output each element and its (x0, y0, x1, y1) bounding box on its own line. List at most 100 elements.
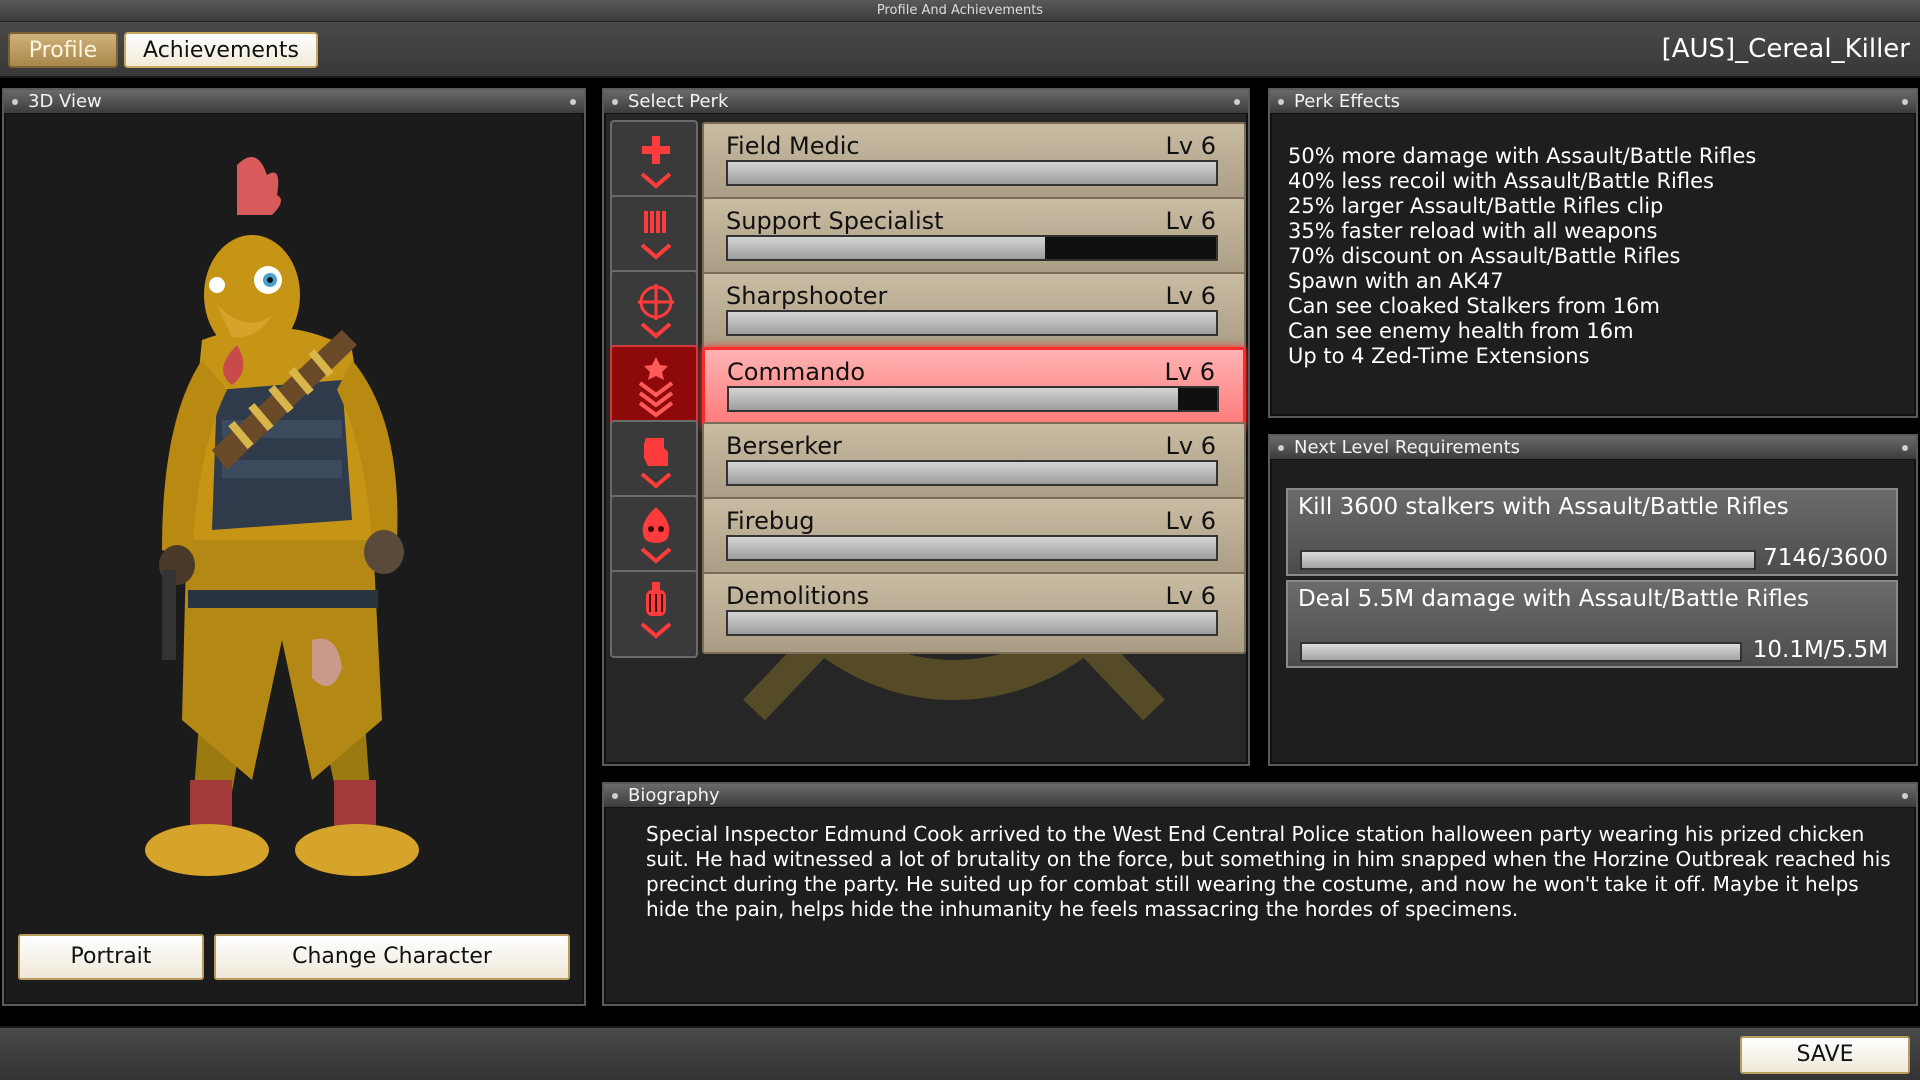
crosshair-icon (638, 284, 674, 339)
panel-next-level-title: Next Level Requirements (1294, 437, 1521, 458)
panel-grip-icon (1902, 445, 1908, 451)
perk-card-berserker[interactable]: Berserker Lv 6 (702, 422, 1246, 504)
perk-level: Lv 6 (1164, 358, 1215, 386)
perk-progress-fill (729, 388, 1178, 410)
perk-level: Lv 6 (1165, 282, 1216, 310)
perk-name: Demolitions (726, 582, 870, 610)
perk-name: Berserker (726, 432, 842, 460)
perk-progress-bar (726, 310, 1218, 336)
requirement-text: Deal 5.5M damage with Assault/Battle Rif… (1298, 586, 1810, 612)
perk-card-demolitions[interactable]: Demolitions Lv 6 (702, 572, 1246, 654)
perk-card-firebug[interactable]: Firebug Lv 6 (702, 497, 1246, 579)
panel-3d-view-title: 3D View (28, 91, 102, 112)
flame-skull-icon (640, 507, 672, 564)
portrait-button[interactable]: Portrait (18, 934, 204, 980)
grenade-icon (640, 582, 672, 639)
panel-perk-effects-header: Perk Effects (1270, 90, 1916, 114)
perk-row[interactable]: Demolitions Lv 6 (610, 570, 1246, 658)
perk-card-field-medic[interactable]: Field Medic Lv 6 (702, 122, 1246, 204)
perk-progress-fill (728, 462, 1216, 484)
panel-next-level-header: Next Level Requirements (1270, 436, 1916, 460)
biography-text: Special Inspector Edmund Cook arrived to… (646, 822, 1891, 921)
panel-grip-icon (1278, 445, 1284, 451)
tab-achievements[interactable]: Achievements (124, 32, 318, 68)
perk-name: Firebug (726, 507, 815, 535)
footer-bar: SAVE (0, 1026, 1920, 1080)
perk-effect-line: 40% less recoil with Assault/Battle Rifl… (1288, 169, 1714, 193)
perk-name: Field Medic (726, 132, 860, 160)
perk-effect-line: 70% discount on Assault/Battle Rifles (1288, 244, 1681, 268)
perk-progress-bar (726, 160, 1218, 186)
tab-profile[interactable]: Profile (8, 32, 118, 68)
requirement-progress-bar (1300, 642, 1742, 662)
panel-perk-effects-title: Perk Effects (1294, 91, 1401, 112)
perk-effect-line: 25% larger Assault/Battle Rifles clip (1288, 194, 1664, 218)
medic-cross-icon (640, 136, 672, 189)
perk-effect-line: Spawn with an AK47 (1288, 269, 1504, 293)
perk-progress-fill (728, 312, 1216, 334)
header-bar: Profile Achievements [AUS]_Cereal_Killer (0, 22, 1920, 78)
perk-card-support-specialist[interactable]: Support Specialist Lv 6 (702, 197, 1246, 279)
perk-progress-fill (728, 237, 1046, 259)
perk-effect-line: Up to 4 Zed-Time Extensions (1288, 344, 1590, 368)
save-button[interactable]: SAVE (1740, 1036, 1910, 1074)
perk-progress-fill (728, 537, 1216, 559)
grenade-icon[interactable] (610, 570, 698, 658)
panel-perk-effects: Perk Effects 50% more damage with Assaul… (1268, 88, 1918, 418)
shotgun-shells-icon (640, 211, 672, 260)
panel-grip-icon (1902, 793, 1908, 799)
perk-effect-line: Can see cloaked Stalkers from 16m (1288, 294, 1660, 318)
perk-progress-bar (726, 610, 1218, 636)
requirement-item: Kill 3600 stalkers with Assault/Battle R… (1286, 488, 1898, 576)
requirement-text: Kill 3600 stalkers with Assault/Battle R… (1298, 494, 1789, 520)
requirement-item: Deal 5.5M damage with Assault/Battle Rif… (1286, 580, 1898, 668)
panel-grip-icon (12, 99, 18, 105)
character-model-viewport[interactable] (12, 120, 576, 980)
chevron-star-icon (638, 357, 674, 418)
player-name: [AUS]_Cereal_Killer (1661, 34, 1910, 64)
panel-biography-header: Biography (604, 784, 1916, 808)
panel-next-level-requirements: Next Level Requirements Kill 3600 stalke… (1268, 434, 1918, 766)
perk-effect-line: 35% faster reload with all weapons (1288, 219, 1658, 243)
requirement-progress-fill (1302, 644, 1740, 660)
panel-grip-icon (1902, 99, 1908, 105)
panel-grip-icon (612, 99, 618, 105)
perk-progress-bar (727, 386, 1219, 412)
perk-progress-bar (726, 535, 1218, 561)
chicken-suit-character (145, 157, 419, 876)
requirement-count: 7146/3600 (1763, 545, 1888, 571)
perk-effect-line: Can see enemy health from 16m (1288, 319, 1634, 343)
perk-level: Lv 6 (1165, 432, 1216, 460)
perk-level: Lv 6 (1165, 132, 1216, 160)
perk-name: Support Specialist (726, 207, 944, 235)
panel-select-perk-header: Select Perk (604, 90, 1248, 114)
perk-level: Lv 6 (1165, 207, 1216, 235)
perk-name: Sharpshooter (726, 282, 888, 310)
perk-effect-line: 50% more damage with Assault/Battle Rifl… (1288, 144, 1757, 168)
perk-name: Commando (727, 358, 866, 386)
requirement-progress-bar (1300, 550, 1756, 570)
panel-select-perk-title: Select Perk (628, 91, 729, 112)
perk-progress-bar (726, 460, 1218, 486)
panel-3d-view: 3D View Portrait Change Character (2, 88, 586, 1006)
requirement-progress-fill (1302, 552, 1754, 568)
panel-grip-icon (1278, 99, 1284, 105)
change-character-button[interactable]: Change Character (214, 934, 570, 980)
panel-select-perk: Select Perk Field Medic Lv 6 Support Speci… (602, 88, 1250, 766)
perk-level: Lv 6 (1165, 507, 1216, 535)
perk-effects-list: 50% more damage with Assault/Battle Rifl… (1288, 144, 1756, 369)
panel-3d-view-header: 3D View (4, 90, 584, 114)
perk-level: Lv 6 (1165, 582, 1216, 610)
panel-grip-icon (1234, 99, 1240, 105)
perk-progress-bar (726, 235, 1218, 261)
perk-card-commando[interactable]: Commando Lv 6 (702, 347, 1246, 429)
requirement-count: 10.1M/5.5M (1752, 637, 1888, 663)
window-title: Profile And Achievements (0, 0, 1920, 22)
perk-progress-fill (728, 612, 1216, 634)
panel-biography: Biography Special Inspector Edmund Cook … (602, 782, 1918, 1006)
fist-icon (640, 438, 672, 489)
panel-grip-icon (612, 793, 618, 799)
perk-card-sharpshooter[interactable]: Sharpshooter Lv 6 (702, 272, 1246, 354)
panel-grip-icon (570, 99, 576, 105)
perk-progress-fill (728, 162, 1216, 184)
